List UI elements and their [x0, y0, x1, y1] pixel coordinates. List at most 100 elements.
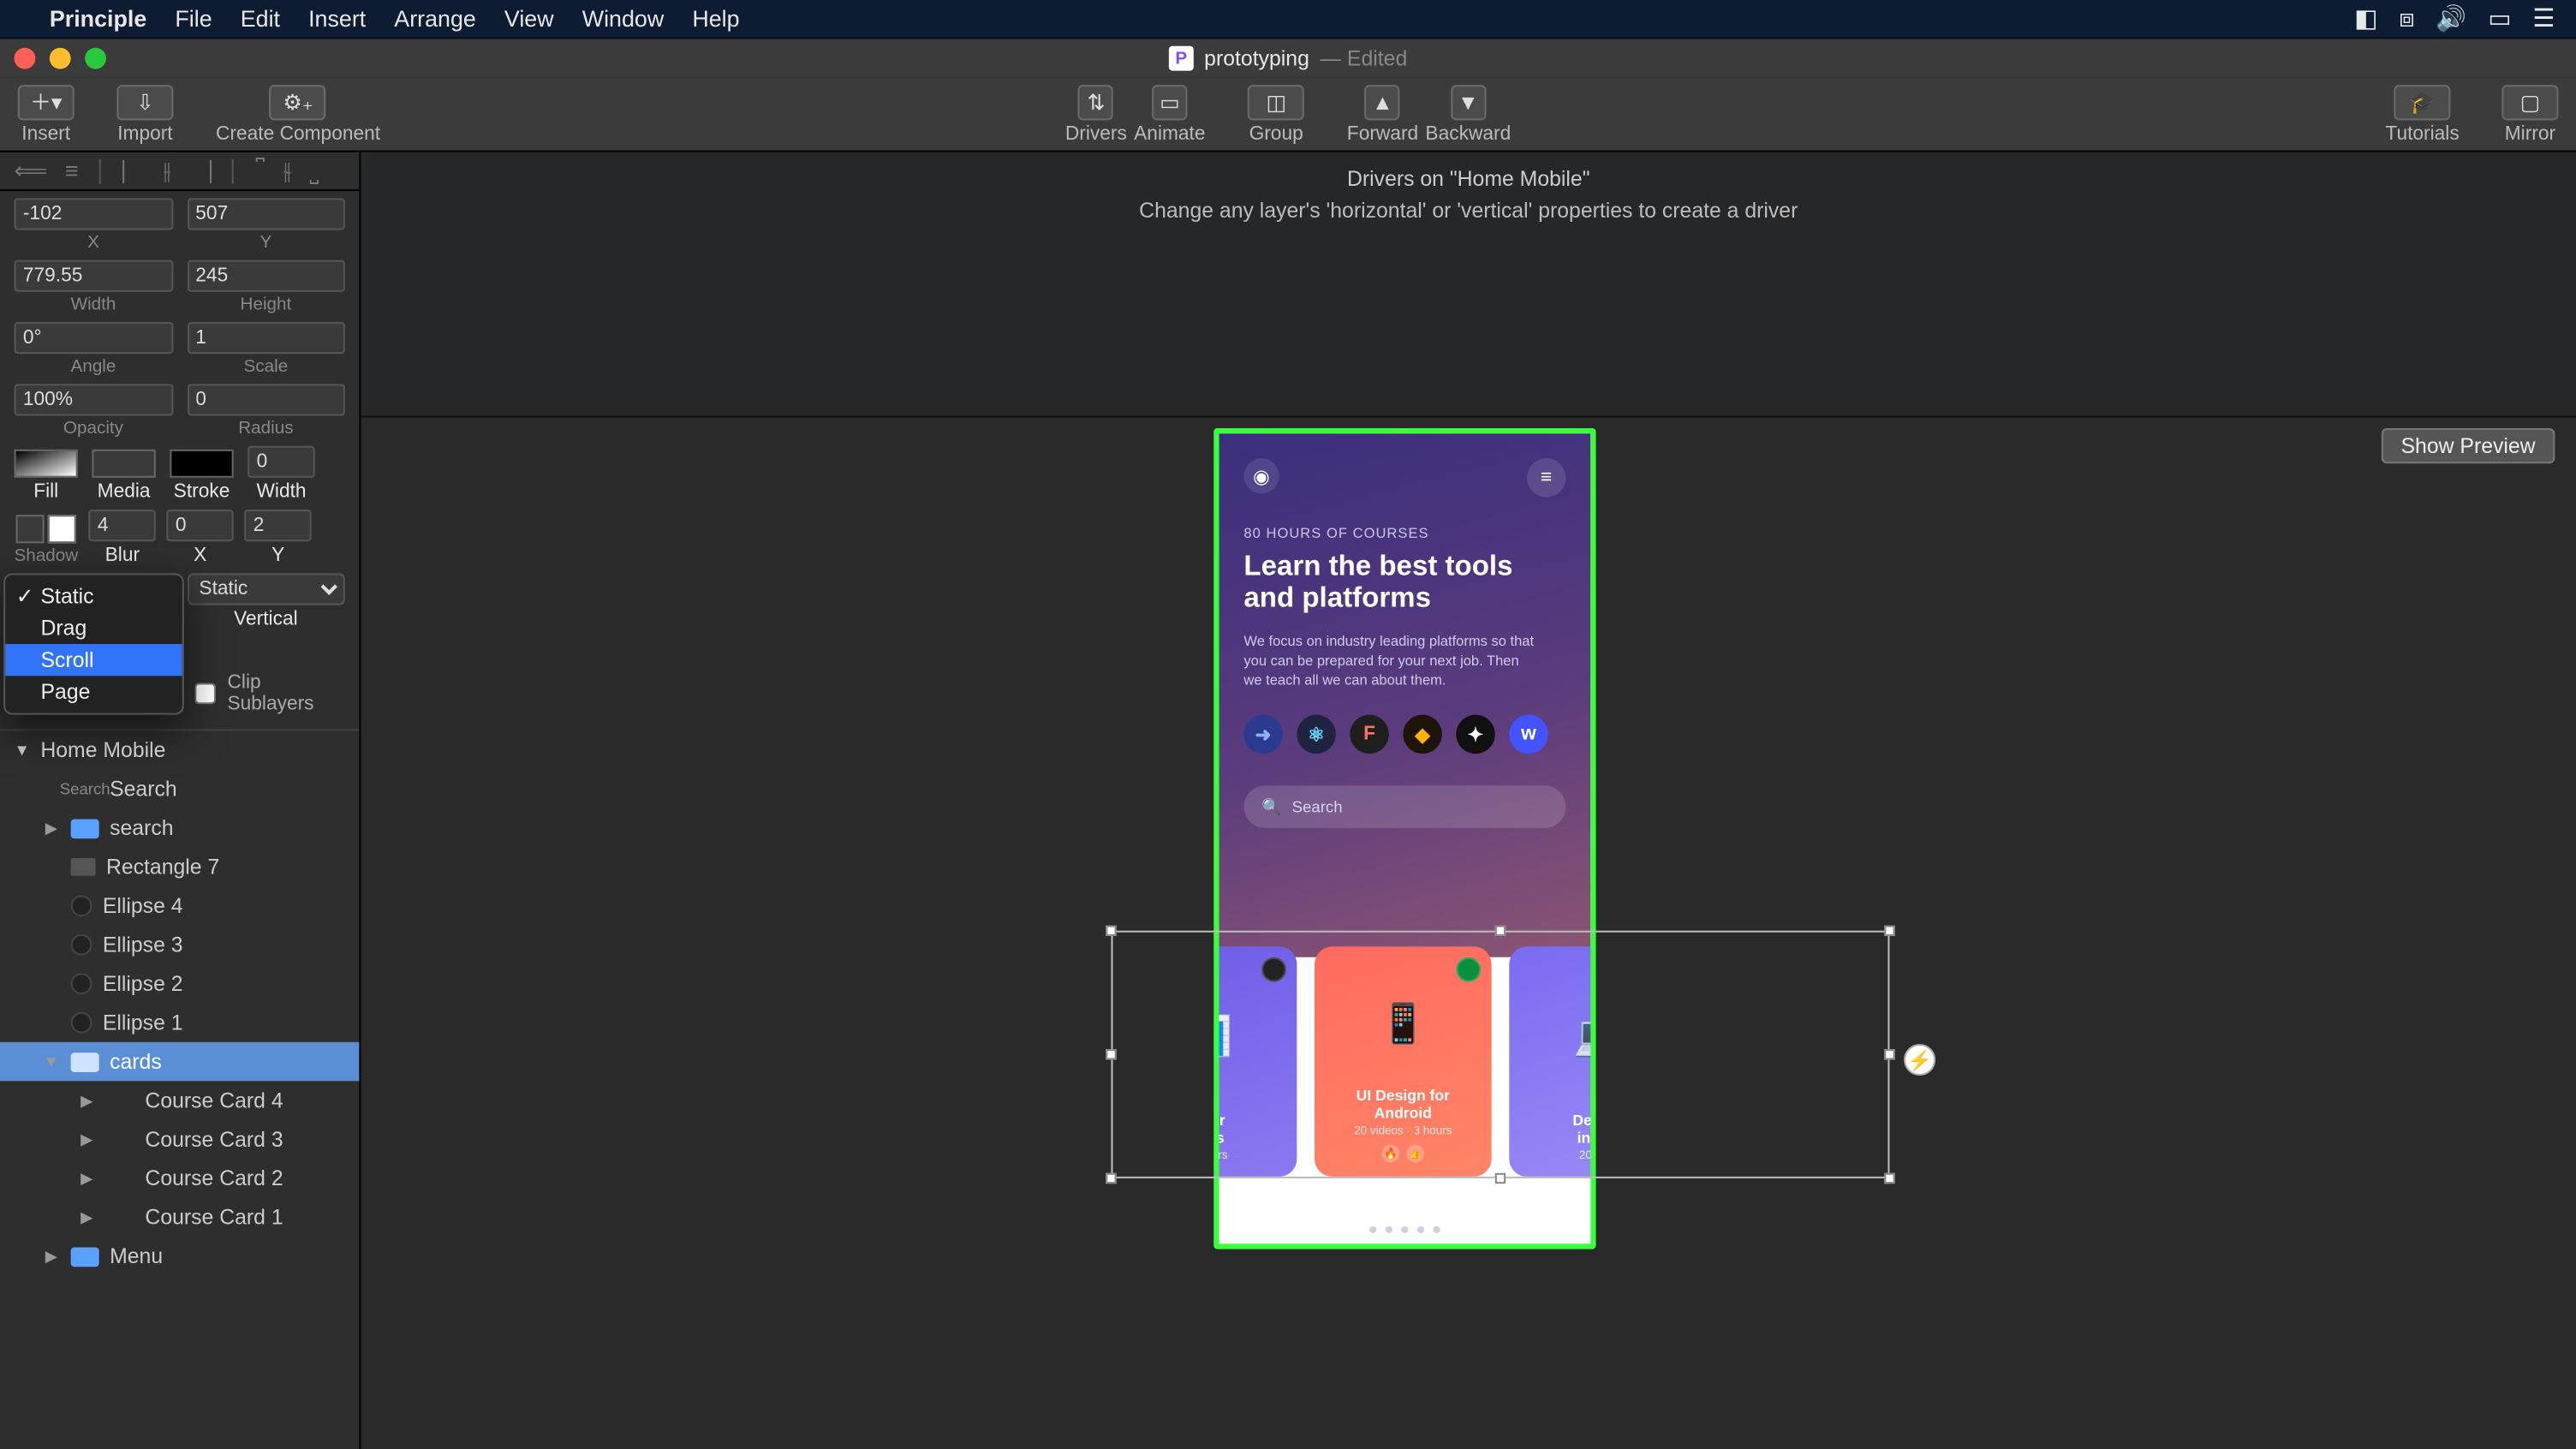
- layer-cards[interactable]: ▼cards: [0, 1042, 359, 1081]
- fill-swatch[interactable]: [15, 450, 78, 478]
- align-top-icon[interactable]: ⎴: [256, 157, 265, 185]
- hmenu-page[interactable]: Page: [5, 676, 182, 707]
- shadow-x-field[interactable]: [166, 510, 234, 541]
- tutorials-icon: 🎓: [2394, 84, 2451, 119]
- layer-ellipse-4[interactable]: Ellipse 4: [0, 886, 359, 925]
- align-left-edge-icon[interactable]: ⎸: [122, 157, 146, 185]
- insert-button[interactable]: ＋▾ Insert: [18, 84, 75, 144]
- horizontal-scroll-menu[interactable]: Static Drag Scroll Page: [3, 573, 183, 714]
- animate-button[interactable]: ▭ Animate: [1134, 84, 1205, 144]
- layer-ellipse-3[interactable]: Ellipse 3: [0, 926, 359, 964]
- hmenu-drag[interactable]: Drag: [5, 612, 182, 644]
- drivers-button[interactable]: ⇅ Drivers: [1065, 84, 1127, 144]
- resize-handle[interactable]: [1884, 1173, 1894, 1184]
- control-center-icon[interactable]: ☰: [2532, 3, 2555, 33]
- forward-button[interactable]: ▲ Forward: [1347, 84, 1418, 144]
- align-right-edge-icon[interactable]: ⎹: [188, 157, 212, 185]
- window-minimize-button[interactable]: [50, 48, 71, 69]
- battery-icon[interactable]: ▭: [2488, 3, 2511, 33]
- backward-button[interactable]: ▼ Backward: [1425, 84, 1511, 144]
- x-field[interactable]: [15, 198, 173, 230]
- y-field[interactable]: [187, 198, 345, 230]
- layer-ellipse-2[interactable]: Ellipse 2: [0, 964, 359, 1003]
- layer-ellipse-1[interactable]: Ellipse 1: [0, 1003, 359, 1041]
- show-preview-button[interactable]: Show Preview: [2382, 428, 2555, 463]
- menu-edit[interactable]: Edit: [241, 5, 280, 32]
- vertical-select[interactable]: Static: [187, 573, 345, 605]
- resize-handle[interactable]: [1884, 926, 1894, 936]
- layer-search[interactable]: ▶search: [0, 808, 359, 847]
- mirror-button[interactable]: ▢ Mirror: [2501, 84, 2558, 144]
- layer-course-card-3[interactable]: ▶Course Card 3: [0, 1120, 359, 1159]
- menu-help[interactable]: Help: [692, 5, 739, 32]
- canvas[interactable]: Show Preview ◉ ≡ 80 HOURS OF COURSES Lea…: [361, 418, 2576, 1449]
- clip-sublayers-checkbox[interactable]: Clip Sublayers: [187, 672, 345, 715]
- align-vcenter-icon[interactable]: ⫳: [283, 157, 292, 185]
- layer-course-card-1[interactable]: ▶Course Card 1: [0, 1198, 359, 1237]
- opacity-field[interactable]: [15, 384, 173, 415]
- tutorials-button[interactable]: 🎓 Tutorials: [2385, 84, 2459, 144]
- radius-field[interactable]: [187, 384, 345, 415]
- alignment-toolbar: ⟸ ≡ ⎸ ⫲ ⎹ ⎴ ⫳ ⎵: [0, 152, 361, 191]
- window-zoom-button[interactable]: [85, 48, 106, 69]
- backward-icon: ▼: [1451, 84, 1486, 119]
- search-placeholder: Search: [1292, 798, 1343, 816]
- resize-handle[interactable]: [1106, 1173, 1116, 1184]
- window-titlebar: P prototyping — Edited: [0, 39, 2576, 77]
- layer-course-card-4[interactable]: ▶Course Card 4: [0, 1081, 359, 1119]
- resize-handle[interactable]: [1106, 1049, 1116, 1059]
- layer-menu[interactable]: ▶Menu: [0, 1237, 359, 1275]
- selection-box[interactable]: [1111, 931, 1889, 1178]
- align-hcenter-icon[interactable]: ⫲: [164, 157, 171, 185]
- shadow-toggle[interactable]: [16, 515, 45, 543]
- hero-section: ◉ ≡ 80 HOURS OF COURSES Learn the best t…: [1219, 433, 1590, 957]
- import-button[interactable]: ⇩ Import: [116, 84, 173, 144]
- hero-title: Learn the best tools and platforms: [1243, 552, 1565, 617]
- resize-handle[interactable]: [1495, 1173, 1506, 1184]
- volume-icon[interactable]: 🔊: [2436, 3, 2466, 33]
- artboard-header[interactable]: ▼Home Mobile: [0, 729, 359, 770]
- app-toolbar: ＋▾ Insert ⇩ Import ⚙₊ Create Component ⇅…: [0, 78, 2576, 152]
- sidebar-status-icon[interactable]: ◧: [2354, 3, 2377, 33]
- menu-window[interactable]: Window: [582, 5, 665, 32]
- menu-view[interactable]: View: [504, 5, 554, 32]
- tool-icon: ➜: [1243, 715, 1282, 754]
- shadow-color[interactable]: [48, 515, 76, 543]
- hero-description: We focus on industry leading platforms s…: [1243, 631, 1540, 690]
- height-field[interactable]: [187, 260, 345, 292]
- layer-rectangle-7[interactable]: Rectangle 7: [0, 848, 359, 886]
- resize-handle[interactable]: [1106, 926, 1116, 936]
- menu-file[interactable]: File: [175, 5, 212, 32]
- shadow-y-field[interactable]: [244, 510, 312, 541]
- angle-field[interactable]: [15, 322, 173, 354]
- hmenu-scroll[interactable]: Scroll: [5, 644, 182, 676]
- layer-search[interactable]: SearchSearch: [0, 770, 359, 808]
- layer-course-card-2[interactable]: ▶Course Card 2: [0, 1159, 359, 1197]
- window-close-button[interactable]: [15, 48, 36, 69]
- app-name[interactable]: Principle: [50, 5, 146, 32]
- drivers-icon: ⇅: [1078, 84, 1113, 119]
- group-button[interactable]: ◫ Group: [1248, 84, 1304, 144]
- mirror-icon: ▢: [2501, 84, 2558, 119]
- resize-handle[interactable]: [1495, 926, 1506, 936]
- align-left-icon[interactable]: ⟸: [15, 157, 48, 185]
- stroke-width-field[interactable]: [247, 446, 315, 478]
- page-dots: [1219, 1226, 1590, 1233]
- document-icon: P: [1169, 46, 1194, 71]
- properties-inspector: X Y Width Height Angle Scale Opacity Rad…: [0, 191, 359, 729]
- media-swatch[interactable]: [92, 450, 155, 478]
- event-handle-icon[interactable]: ⚡: [1904, 1044, 1935, 1076]
- scale-field[interactable]: [187, 322, 345, 354]
- create-component-button[interactable]: ⚙₊ Create Component: [216, 84, 380, 144]
- hmenu-static[interactable]: Static: [5, 581, 182, 612]
- blur-field[interactable]: [89, 510, 157, 541]
- dropbox-icon[interactable]: ⧈: [2399, 3, 2414, 33]
- resize-handle[interactable]: [1884, 1049, 1894, 1059]
- align-center-h-icon[interactable]: ≡: [65, 158, 79, 184]
- stroke-swatch[interactable]: [170, 450, 233, 478]
- menu-arrange[interactable]: Arrange: [394, 5, 476, 32]
- align-bottom-icon[interactable]: ⎵: [310, 157, 319, 185]
- width-field[interactable]: [15, 260, 173, 292]
- menu-insert[interactable]: Insert: [308, 5, 366, 32]
- document-title[interactable]: P prototyping — Edited: [1169, 46, 1407, 71]
